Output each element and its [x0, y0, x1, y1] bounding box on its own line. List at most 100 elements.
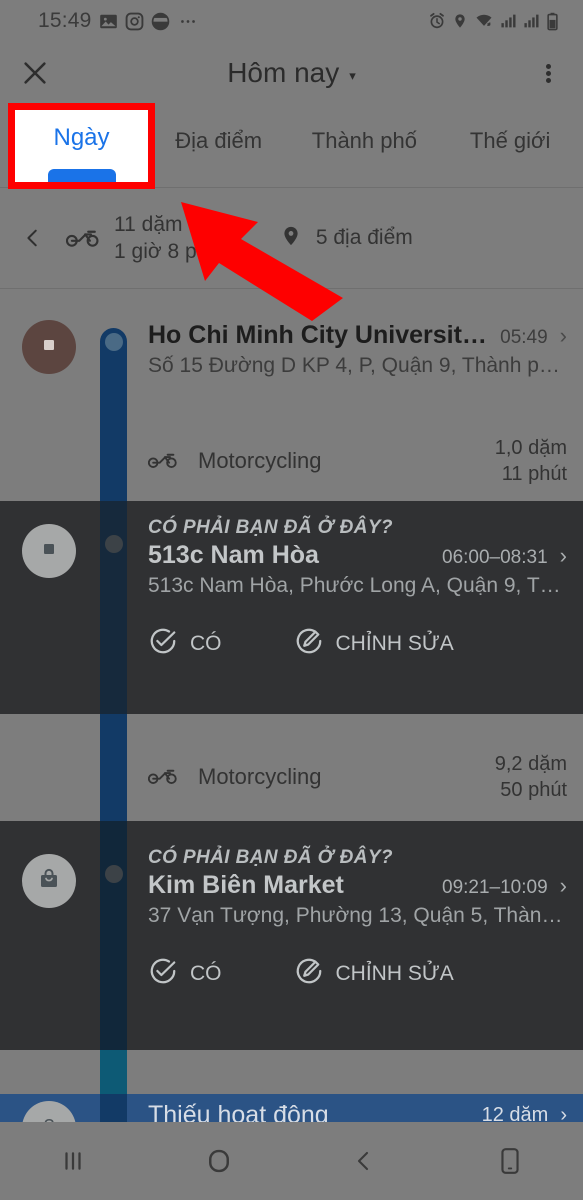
check-circle-icon	[148, 956, 178, 992]
app-bar-title-group[interactable]: Hôm nay ▾	[70, 57, 513, 89]
confirm-yes-label: CÓ	[190, 962, 222, 985]
place-title: 513c Nam Hòa	[148, 541, 319, 569]
previous-day-button[interactable]	[0, 223, 66, 253]
confirm-yes-label: CÓ	[190, 632, 222, 655]
confirm-edit-label: CHỈNH SỬA	[335, 962, 454, 985]
edit-circle-icon	[294, 626, 324, 662]
tab-dia-diem[interactable]: Địa điểm	[146, 104, 292, 188]
motorcycle-icon	[147, 448, 178, 475]
timeline-status-icon-1[interactable]	[22, 320, 76, 374]
signal-icon-2	[523, 12, 540, 30]
chevron-right-icon[interactable]: ›	[560, 545, 567, 567]
timeline-rail-6	[100, 1094, 127, 1122]
device-button[interactable]	[455, 1147, 565, 1175]
travel-distance: 1,0 dặm	[494, 437, 567, 459]
summary-places-group: 5 địa điểm	[280, 221, 413, 256]
timeline-rail-2	[100, 501, 127, 714]
status-bar-right	[428, 12, 567, 31]
timeline-entry-travel-2[interactable]: Motorcycling 9,2 dặm 50 phút	[147, 751, 567, 803]
place-time: 05:49	[500, 327, 548, 348]
travel-mode-group: Motorcycling	[147, 448, 321, 475]
tab-dia-diem-label: Địa điểm	[175, 128, 263, 153]
timeline-status-icon-3[interactable]	[22, 854, 76, 908]
annotation-highlight-label: Ngày	[53, 124, 110, 151]
alarm-icon	[428, 12, 446, 30]
timeline-node-3	[105, 865, 123, 883]
timeline-segment-5-bg	[0, 1050, 583, 1094]
timeline-entry-travel-1[interactable]: Motorcycling 1,0 dặm 11 phút	[147, 435, 567, 487]
place-address: 37 Vạn Tượng, Phường 13, Quận 5, Thành…	[148, 904, 567, 927]
place-address: Số 15 Đường D KP 4, P, Quận 9, Thành ph…	[148, 354, 567, 377]
battery-icon	[546, 12, 559, 31]
recents-button[interactable]	[18, 1148, 128, 1174]
tab-the-gioi-label: Thế giới	[469, 128, 551, 153]
tab-thanh-pho[interactable]: Thành phố	[292, 104, 438, 188]
timeline-rail-3	[100, 714, 127, 821]
timeline-entry-confirm-1[interactable]: CÓ PHẢI BẠN ĐÃ Ở ĐÂY? 513c Nam Hòa 06:00…	[148, 517, 567, 662]
travel-duration: 50 phút	[500, 779, 567, 801]
confirm-prompt: CÓ PHẢI BẠN ĐÃ Ở ĐÂY?	[148, 517, 393, 538]
confirm-yes-button[interactable]: CÓ	[148, 956, 222, 992]
timeline-entry-place[interactable]: Ho Chi Minh City University… 05:49 › Số …	[148, 321, 567, 378]
close-button[interactable]	[0, 58, 70, 88]
summary-distance-text: 11 dặm 1 giờ 8 phút	[114, 211, 226, 265]
location-icon	[452, 12, 468, 30]
place-pin-icon	[280, 221, 302, 256]
status-bar: 15:49	[0, 0, 583, 42]
more-options-button[interactable]	[513, 62, 583, 85]
check-circle-icon	[148, 626, 178, 662]
system-nav-bar	[0, 1122, 583, 1200]
place-time: 06:00–08:31	[442, 547, 548, 568]
motorcycle-icon	[147, 764, 178, 791]
timeline-node-1	[105, 333, 123, 351]
travel-metrics: 9,2 dặm 50 phút	[495, 751, 567, 803]
confirm-edit-button[interactable]: CHỈNH SỬA	[294, 626, 454, 662]
status-bar-left: 15:49	[16, 9, 199, 33]
confirm-edit-label: CHỈNH SỬA	[335, 632, 454, 655]
more-icon	[177, 12, 199, 31]
timeline-rail-5	[100, 1050, 127, 1094]
chevron-down-icon[interactable]: ▾	[349, 68, 356, 84]
confirm-actions-1: CÓ CHỈNH SỬA	[148, 626, 567, 662]
summary-distance-group: 11 dặm 1 giờ 8 phút	[65, 211, 226, 265]
shopping-bag-icon	[37, 867, 61, 896]
circle-half-icon	[151, 12, 170, 31]
place-title: Ho Chi Minh City University…	[148, 321, 491, 349]
instagram-icon	[125, 12, 144, 31]
annotation-tab-indicator	[47, 169, 116, 182]
summary-distance: 11 dặm	[114, 213, 183, 236]
entry-header-1: Ho Chi Minh City University… 05:49 ›	[148, 321, 567, 350]
place-address: 513c Nam Hòa, Phước Long A, Quận 9, T…	[148, 574, 561, 597]
place-title: Kim Biên Market	[148, 871, 344, 899]
page-title: Hôm nay	[227, 57, 340, 88]
summary-duration: 1 giờ 8 phút	[114, 240, 226, 263]
chevron-right-icon[interactable]: ›	[560, 875, 567, 897]
edit-circle-icon	[294, 956, 324, 992]
summary-places: 5 địa điểm	[315, 226, 413, 249]
entry-header-3: Kim Biên Market 09:21–10:09 ›	[148, 871, 567, 900]
tab-the-gioi[interactable]: Thế giới	[437, 104, 583, 188]
motorcycle-icon	[65, 224, 100, 253]
signal-icon	[500, 12, 517, 30]
stop-square-icon	[39, 335, 59, 360]
chevron-right-icon[interactable]: ›	[560, 325, 567, 347]
stop-square-icon	[39, 539, 59, 564]
phone-screen: 15:49 Hôm nay ▾ Địa điểm Thành phố Thế g…	[0, 0, 583, 1200]
timeline-rail-1	[100, 328, 127, 501]
place-time: 09:21–10:09	[442, 877, 548, 898]
back-button[interactable]	[309, 1148, 419, 1174]
travel-mode-label: Motorcycling	[198, 764, 322, 789]
confirm-prompt: CÓ PHẢI BẠN ĐÃ Ở ĐÂY?	[148, 847, 393, 868]
timeline-node-2	[105, 535, 123, 553]
timeline-status-icon-2[interactable]	[22, 524, 76, 578]
timeline-list: Ho Chi Minh City University… 05:49 › Số …	[0, 289, 583, 1155]
confirm-yes-button[interactable]: CÓ	[148, 626, 222, 662]
confirm-edit-button[interactable]: CHỈNH SỬA	[294, 956, 454, 992]
timeline-rail-4	[100, 821, 127, 1050]
tab-thanh-pho-label: Thành phố	[311, 128, 417, 153]
home-button[interactable]	[164, 1147, 274, 1175]
entry-header-2: 513c Nam Hòa 06:00–08:31 ›	[148, 541, 567, 570]
app-bar: Hôm nay ▾	[0, 42, 583, 104]
travel-metrics: 1,0 dặm 11 phút	[495, 435, 567, 487]
timeline-entry-confirm-2[interactable]: CÓ PHẢI BẠN ĐÃ Ở ĐÂY? Kim Biên Market 09…	[148, 847, 567, 992]
